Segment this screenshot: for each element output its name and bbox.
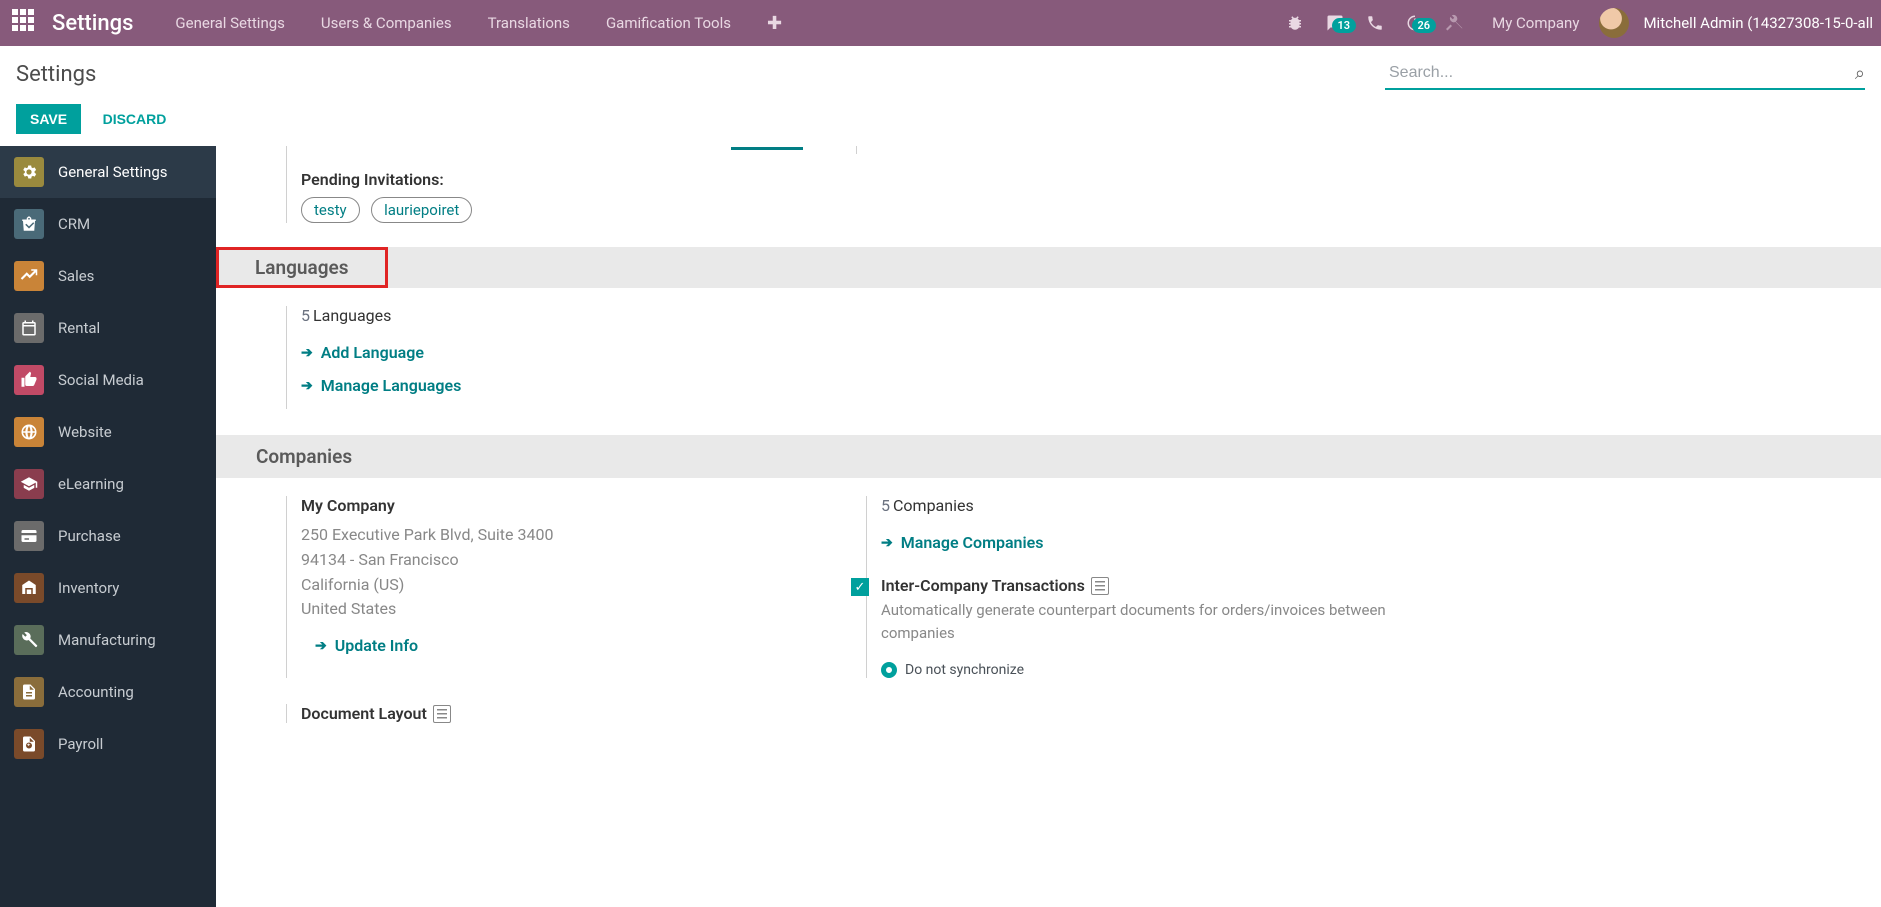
payroll-icon bbox=[14, 729, 44, 759]
update-info-link[interactable]: ➔ Update Info bbox=[315, 636, 806, 655]
messages-icon[interactable]: 13 bbox=[1318, 14, 1352, 32]
sidebar-item-manufacturing[interactable]: Manufacturing bbox=[0, 614, 216, 666]
discard-button[interactable]: DISCARD bbox=[89, 104, 181, 134]
manage-companies-link[interactable]: ➔ Manage Companies bbox=[881, 533, 1386, 552]
activities-icon[interactable]: 26 bbox=[1398, 14, 1432, 32]
sidebar-item-rental[interactable]: Rental bbox=[0, 302, 216, 354]
sidebar-item-label: Accounting bbox=[58, 683, 134, 701]
menu-users-companies[interactable]: Users & Companies bbox=[303, 0, 470, 46]
elearning-icon bbox=[14, 469, 44, 499]
document-layout-title: Document Layout bbox=[301, 704, 1881, 723]
menu-general-settings[interactable]: General Settings bbox=[157, 0, 303, 46]
menu-translations[interactable]: Translations bbox=[470, 0, 588, 46]
enterprise-icon bbox=[1091, 577, 1109, 595]
plus-icon[interactable]: ✚ bbox=[749, 13, 800, 34]
manufacturing-icon bbox=[14, 625, 44, 655]
purchase-icon bbox=[14, 521, 44, 551]
sidebar-item-inventory[interactable]: Inventory bbox=[0, 562, 216, 614]
inventory-icon bbox=[14, 573, 44, 603]
general-settings-icon bbox=[14, 157, 44, 187]
topnav-menu: General Settings Users & Companies Trans… bbox=[157, 0, 800, 46]
inter-company-desc: Automatically generate counterpart docum… bbox=[881, 599, 1386, 644]
sidebar-item-label: eLearning bbox=[58, 475, 124, 493]
top-navbar: Settings General Settings Users & Compan… bbox=[0, 0, 1881, 46]
topnav-right: 13 26 My Company Mitchell Admin (1432730… bbox=[1278, 8, 1873, 38]
sales-icon bbox=[14, 261, 44, 291]
enterprise-icon bbox=[433, 705, 451, 723]
sidebar-item-label: Payroll bbox=[58, 735, 103, 753]
arrow-right-icon: ➔ bbox=[315, 638, 327, 654]
save-button[interactable]: SAVE bbox=[16, 104, 81, 134]
inter-company-checkbox[interactable]: ✓ bbox=[851, 578, 869, 596]
sidebar-item-accounting[interactable]: Accounting bbox=[0, 666, 216, 718]
arrow-right-icon: ➔ bbox=[301, 345, 313, 361]
radio-do-not-sync[interactable]: Do not synchronize bbox=[881, 662, 1386, 678]
sidebar-item-website[interactable]: Website bbox=[0, 406, 216, 458]
debug-icon[interactable] bbox=[1278, 14, 1312, 32]
my-company-address: 250 Executive Park Blvd, Suite 3400 9413… bbox=[301, 523, 806, 622]
languages-count: 5Languages bbox=[301, 306, 461, 325]
pending-tag[interactable]: lauriepoiret bbox=[371, 197, 472, 223]
search-input[interactable] bbox=[1385, 58, 1849, 88]
menu-gamification-tools[interactable]: Gamification Tools bbox=[588, 0, 749, 46]
companies-count: 5Companies bbox=[881, 496, 1386, 515]
company-selector[interactable]: My Company bbox=[1478, 14, 1593, 32]
website-icon bbox=[14, 417, 44, 447]
sidebar-item-label: General Settings bbox=[58, 163, 168, 181]
crm-icon bbox=[14, 209, 44, 239]
my-company-name: My Company bbox=[301, 496, 806, 515]
activities-badge: 26 bbox=[1412, 18, 1437, 33]
sidebar-item-label: Social Media bbox=[58, 371, 144, 389]
radio-icon bbox=[881, 662, 897, 678]
manage-languages-link[interactable]: ➔ Manage Languages bbox=[301, 376, 461, 395]
sidebar-item-general-settings[interactable]: General Settings bbox=[0, 146, 216, 198]
user-menu[interactable]: Mitchell Admin (14327308-15-0-all bbox=[1643, 14, 1873, 32]
settings-sidebar[interactable]: General Settings CRM Sales Rental Social Med… bbox=[0, 146, 216, 907]
brand-title: Settings bbox=[52, 11, 133, 36]
sidebar-item-label: Inventory bbox=[58, 579, 119, 597]
sidebar-item-label: Sales bbox=[58, 267, 94, 285]
languages-header: Languages bbox=[216, 247, 388, 288]
sidebar-item-label: CRM bbox=[58, 215, 90, 233]
pending-invitations-label: Pending Invitations: bbox=[301, 170, 846, 189]
sidebar-item-label: Website bbox=[58, 423, 112, 441]
companies-header: Companies bbox=[216, 435, 1881, 478]
tools-icon[interactable] bbox=[1438, 14, 1472, 32]
search-icon[interactable]: ⌕ bbox=[1855, 63, 1865, 84]
sidebar-item-social-media[interactable]: Social Media bbox=[0, 354, 216, 406]
avatar[interactable] bbox=[1599, 8, 1629, 38]
add-language-link[interactable]: ➔ Add Language bbox=[301, 343, 461, 362]
sidebar-item-label: Manufacturing bbox=[58, 631, 156, 649]
social-media-icon bbox=[14, 365, 44, 395]
messages-badge: 13 bbox=[1332, 18, 1357, 33]
sidebar-item-crm[interactable]: CRM bbox=[0, 198, 216, 250]
arrow-right-icon: ➔ bbox=[881, 535, 893, 551]
sidebar-item-payroll[interactable]: Payroll bbox=[0, 718, 216, 770]
pending-tag[interactable]: testy bbox=[301, 197, 360, 223]
rental-icon bbox=[14, 313, 44, 343]
accounting-icon bbox=[14, 677, 44, 707]
sidebar-item-label: Rental bbox=[58, 319, 100, 337]
control-panel: Settings ⌕ SAVE DISCARD bbox=[0, 46, 1881, 146]
phone-icon[interactable] bbox=[1358, 14, 1392, 32]
sidebar-item-label: Purchase bbox=[58, 527, 121, 545]
sidebar-item-sales[interactable]: Sales bbox=[0, 250, 216, 302]
search-wrap: ⌕ bbox=[1385, 58, 1865, 90]
settings-main[interactable]: Pending Invitations: testy lauriepoiret … bbox=[216, 146, 1881, 907]
breadcrumb: Settings bbox=[16, 62, 96, 87]
arrow-right-icon: ➔ bbox=[301, 378, 313, 394]
sidebar-item-elearning[interactable]: eLearning bbox=[0, 458, 216, 510]
apps-icon[interactable] bbox=[12, 9, 40, 37]
inter-company-title: Inter-Company Transactions bbox=[881, 576, 1386, 595]
sidebar-item-purchase[interactable]: Purchase bbox=[0, 510, 216, 562]
